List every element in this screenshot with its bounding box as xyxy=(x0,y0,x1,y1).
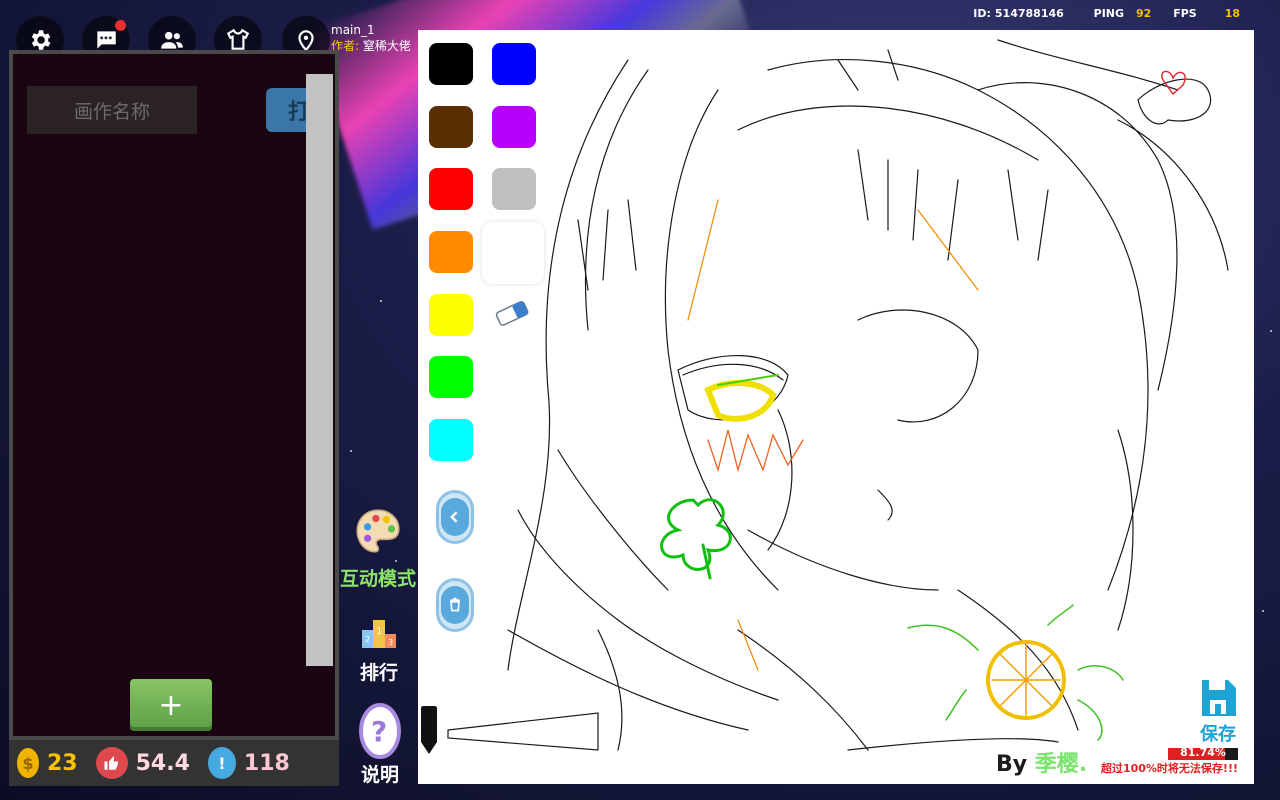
color-swatch-green[interactable] xyxy=(429,356,473,398)
color-swatch-white[interactable] xyxy=(482,222,544,284)
color-swatch-yellow[interactable] xyxy=(429,294,473,336)
coin-icon: $ xyxy=(17,748,39,778)
ranking-button[interactable]: 2 1 3 排行 xyxy=(359,608,399,685)
color-swatch-gray[interactable] xyxy=(492,168,536,210)
storage-warning: 超过100%时将无法保存!!! xyxy=(1100,762,1238,775)
artwork-name-input[interactable]: 画作名称 xyxy=(27,86,197,134)
help-button[interactable]: ? 说明 xyxy=(358,702,402,787)
svg-text:?: ? xyxy=(371,715,387,748)
brush-size-slider[interactable] xyxy=(420,706,438,754)
color-swatch-black[interactable] xyxy=(429,43,473,85)
exclamation-icon: ! xyxy=(207,747,236,779)
map-info: main_1 作者: 窒稀大佬 xyxy=(331,22,423,54)
fps-value: 18 xyxy=(1224,7,1240,20)
save-button[interactable]: 保存 xyxy=(1198,678,1238,746)
eraser-button[interactable] xyxy=(493,298,533,332)
fps-label: FPS xyxy=(1173,7,1197,20)
storage-progress-bar: 81.74% xyxy=(1168,746,1238,760)
help-label: 说明 xyxy=(360,764,399,786)
signature-prefix: By xyxy=(996,752,1028,777)
ping-value: 92 xyxy=(1136,7,1152,20)
star xyxy=(380,300,382,302)
notification-dot xyxy=(115,20,126,31)
add-artwork-button[interactable]: + xyxy=(130,679,212,731)
interactive-mode-button[interactable]: 互动模式 xyxy=(340,500,416,591)
signature-name: 季樱. xyxy=(1034,752,1088,777)
color-swatch-cyan[interactable] xyxy=(429,419,473,461)
svg-text:2: 2 xyxy=(365,635,370,644)
color-swatch-red[interactable] xyxy=(429,168,473,210)
question-icon: ? xyxy=(358,702,402,760)
storage-progress-text: 81.74% xyxy=(1180,746,1226,759)
clear-button[interactable] xyxy=(436,578,474,632)
likes-value: 54.4 xyxy=(135,750,190,776)
floppy-disk-icon xyxy=(1202,680,1236,716)
sketch-drawing xyxy=(447,39,1229,751)
color-swatch-blue[interactable] xyxy=(492,43,536,85)
palette-icon xyxy=(353,500,403,562)
id-label: ID: xyxy=(973,7,991,20)
color-swatch-brown[interactable] xyxy=(429,106,473,148)
drawing-canvas[interactable]: By 季樱. 保存 81.74% 超过100%时将无法保存!!! xyxy=(418,30,1254,784)
author-line: 作者: 窒稀大佬 xyxy=(331,38,423,54)
artist-signature: By 季樱. xyxy=(996,746,1087,778)
trash-icon xyxy=(441,586,469,624)
coins-stat: $ 23 xyxy=(17,748,78,778)
color-swatch-purple[interactable] xyxy=(492,106,536,148)
save-label: 保存 xyxy=(1200,724,1236,745)
map-name: main_1 xyxy=(331,23,375,37)
chevron-left-icon xyxy=(441,498,469,536)
info-value: 118 xyxy=(243,750,290,776)
panel-scrollbar[interactable] xyxy=(306,74,333,666)
color-swatch-orange[interactable] xyxy=(429,231,473,273)
ranking-label: 排行 xyxy=(359,662,398,684)
ping-label: PING xyxy=(1093,7,1125,20)
network-stats: ID: 514788146 PING 92 FPS 18 xyxy=(969,7,1240,20)
likes-stat: 54.4 xyxy=(95,747,190,779)
eraser-icon xyxy=(495,300,529,326)
author-name: 窒稀大佬 xyxy=(362,39,411,53)
info-stat: ! 118 xyxy=(207,747,290,779)
currency-bar: $ 23 54.4 ! 118 xyxy=(9,740,339,786)
artwork-list-panel: 画作名称 打 + xyxy=(9,50,339,740)
undo-button[interactable] xyxy=(436,490,474,544)
star xyxy=(350,450,352,452)
svg-text:3: 3 xyxy=(388,638,393,647)
star xyxy=(1270,330,1272,332)
podium-icon: 2 1 3 xyxy=(359,608,399,656)
coins-value: 23 xyxy=(47,750,78,776)
star xyxy=(1262,610,1264,612)
id-value: 514788146 xyxy=(994,7,1064,20)
thumbs-up-icon xyxy=(95,747,128,779)
interactive-mode-label: 互动模式 xyxy=(340,568,417,590)
svg-text:1: 1 xyxy=(377,627,383,637)
